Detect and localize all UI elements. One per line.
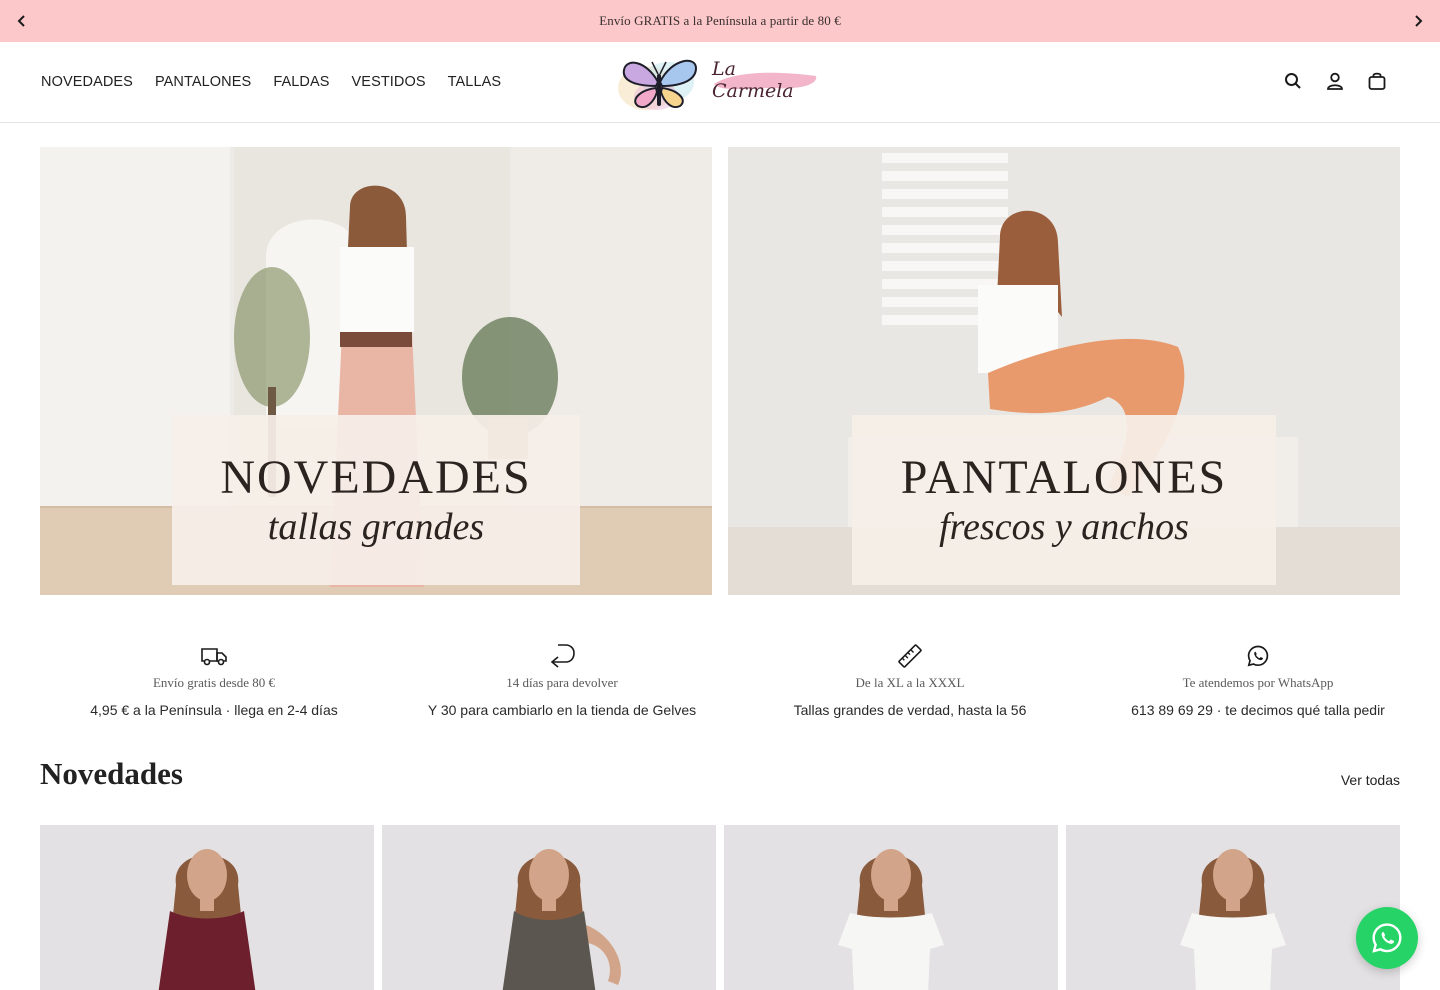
benefit-sizes-title: De la XL a la XXXL [855,675,965,690]
logo-wordmark: La Carmela [712,58,820,102]
main-nav: NOVEDADES PANTALONES FALDAS VESTIDOS TAL… [0,74,501,90]
nav-item-tallas[interactable]: TALLAS [448,74,502,90]
product-image [382,825,716,990]
product-card[interactable] [382,825,716,990]
product-image [1066,825,1400,990]
benefit-returns-text: Y 30 para cambiarlo en la tienda de Gelv… [427,702,697,718]
search-icon [1285,73,1301,89]
product-grid [40,825,1400,990]
product-card[interactable] [40,825,374,990]
whatsapp-chat-button[interactable] [1356,907,1418,969]
announcement-text: Envío GRATIS a la Península a partir de … [599,13,841,28]
nav-item-pantalones[interactable]: PANTALONES [155,74,251,90]
account-icon [1327,72,1343,90]
cart-icon [1368,72,1386,90]
benefit-shipping-text: 4,95 € a la Península · llega en 2-4 día… [90,702,338,718]
logo-text: La Carmela [712,58,794,102]
search-button[interactable] [1282,70,1304,92]
nav-item-faldas[interactable]: FALDAS [273,74,329,90]
cart-button[interactable] [1366,70,1388,92]
product-image [40,825,374,990]
hero-title-pantalones: PANTALONES [900,451,1228,504]
hero-card-pantalones: PANTALONES frescos y anchos [852,415,1276,585]
hero-banner-novedades[interactable]: NOVEDADES tallas grandes [40,147,712,595]
account-button[interactable] [1324,70,1346,92]
benefit-shipping-title: Envío gratis desde 80 € [152,675,276,690]
truck-icon [201,648,227,666]
announcement-prev-button[interactable] [0,0,44,42]
product-image [724,825,1058,990]
hero-card-novedades: NOVEDADES tallas grandes [172,415,580,585]
benefit-whatsapp-title: Te atendemos por WhatsApp [1182,675,1334,690]
benefits-row: Envío gratis desde 80 € 4,95 € a la Pení… [40,642,1432,718]
site-logo[interactable]: La Carmela [616,52,822,114]
benefit-sizes: De la XL a la XXXL Tallas grandes de ver… [736,642,1084,718]
chevron-left-icon [17,15,25,27]
hero-banners: NOVEDADES tallas grandes PANTALONES fres… [40,147,1400,595]
chevron-right-icon [1415,15,1423,27]
hero-banner-pantalones[interactable]: PANTALONES frescos y anchos [728,147,1400,595]
butterfly-icon [618,59,698,110]
whatsapp-icon [1372,923,1402,953]
announcement-next-button[interactable] [1396,0,1440,42]
benefit-shipping: Envío gratis desde 80 € 4,95 € a la Pení… [40,642,388,718]
benefit-sizes-text: Tallas grandes de verdad, hasta la 56 [793,702,1027,718]
hero-title-novedades: NOVEDADES [220,451,532,504]
benefit-returns-title: 14 días para devolver [506,675,618,690]
header-actions [1282,70,1388,92]
whatsapp-icon [1247,645,1269,667]
site-header: NOVEDADES PANTALONES FALDAS VESTIDOS TAL… [0,42,1440,123]
nav-item-vestidos[interactable]: VESTIDOS [352,74,426,90]
product-card[interactable] [1066,825,1400,990]
return-arrow-icon [550,644,575,668]
benefit-whatsapp: Te atendemos por WhatsApp 613 89 69 29 ·… [1084,642,1432,718]
view-all-link[interactable]: Ver todas [1341,772,1400,788]
hero-subtitle-pantalones: frescos y anchos [939,506,1189,548]
benefit-whatsapp-text: 613 89 69 29 · te decimos qué talla pedi… [1131,702,1385,718]
ruler-icon [898,644,922,668]
section-title-novedades: Novedades [40,756,183,791]
product-card[interactable] [724,825,1058,990]
announcement-bar: Envío GRATIS a la Península a partir de … [0,0,1440,42]
hero-subtitle-novedades: tallas grandes [267,506,485,548]
nav-item-novedades[interactable]: NOVEDADES [41,74,133,90]
benefit-returns: 14 días para devolver Y 30 para cambiarl… [388,642,736,718]
